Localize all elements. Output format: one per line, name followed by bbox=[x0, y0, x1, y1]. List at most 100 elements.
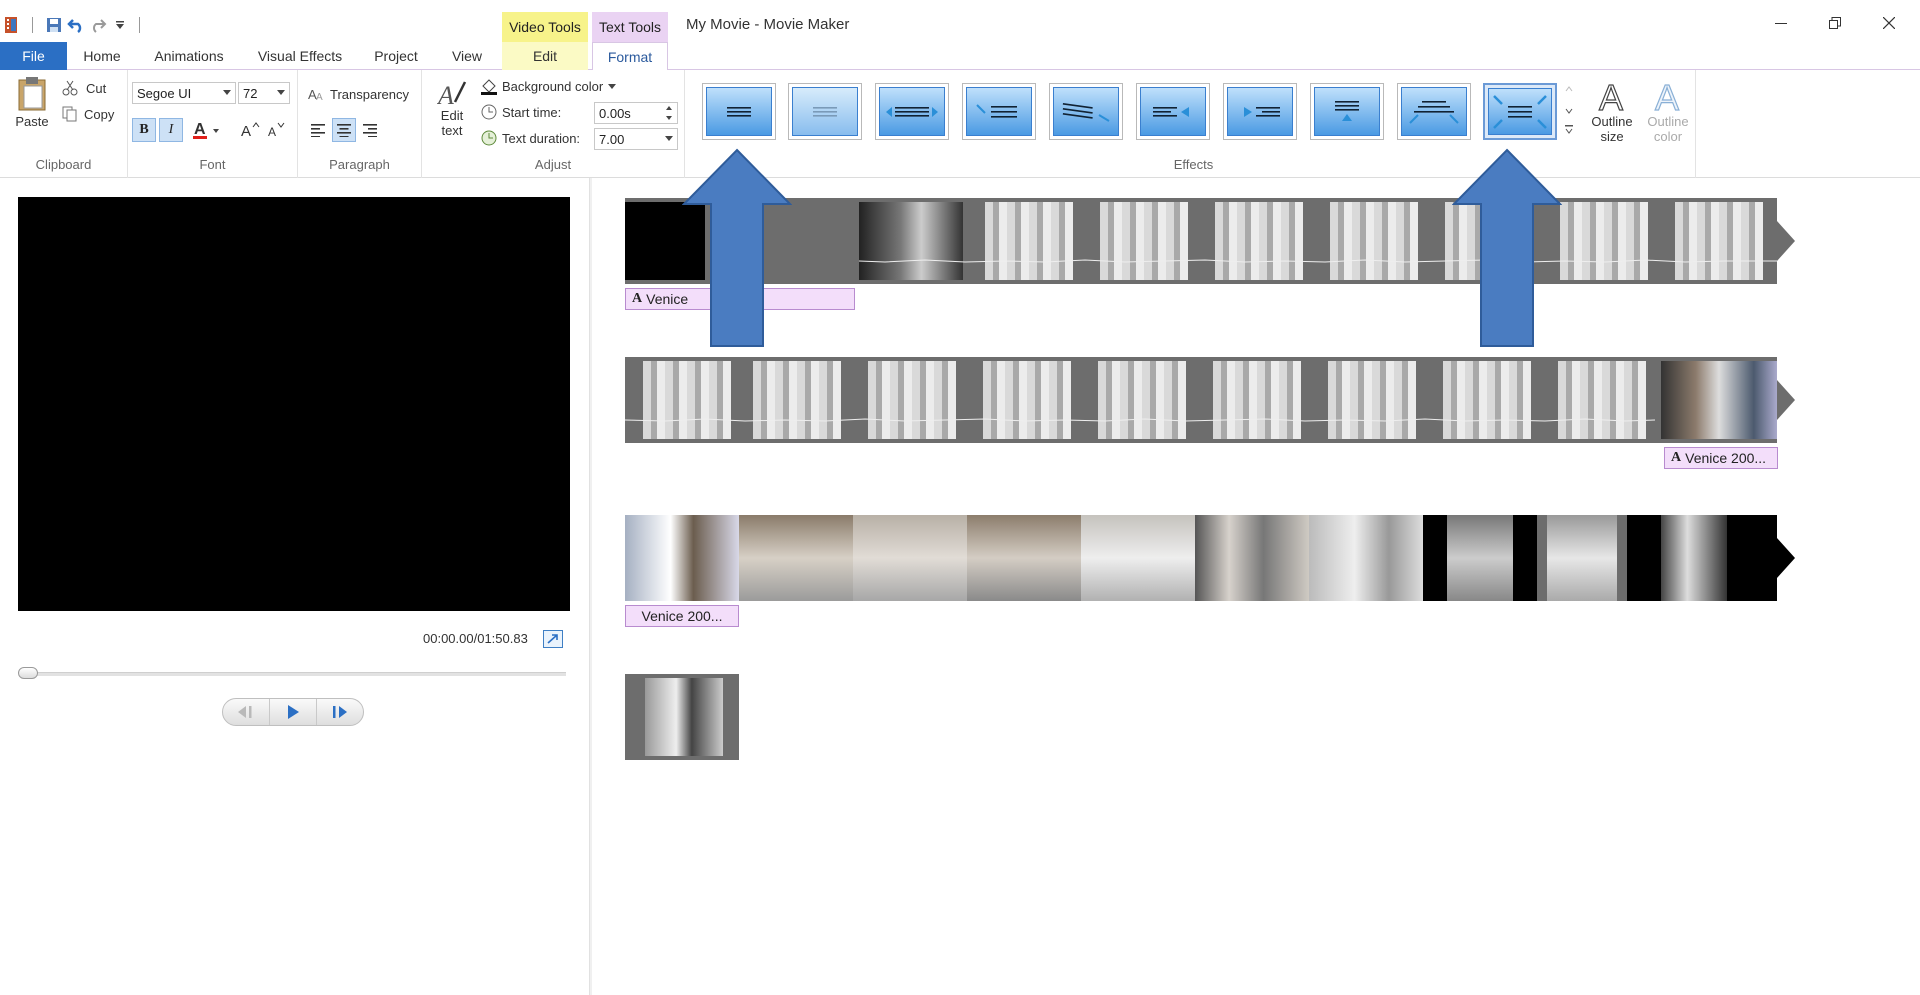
save-icon[interactable] bbox=[43, 14, 65, 36]
cut-button[interactable]: Cut bbox=[62, 78, 106, 98]
tab-home[interactable]: Home bbox=[78, 42, 126, 70]
text-caption-icon: A bbox=[632, 291, 643, 306]
copy-button[interactable]: Copy bbox=[62, 104, 114, 124]
photo-clip[interactable] bbox=[1309, 515, 1423, 601]
video-frame[interactable] bbox=[1100, 202, 1188, 280]
undo-icon[interactable] bbox=[65, 14, 87, 36]
align-center-button[interactable] bbox=[332, 118, 356, 142]
video-clip[interactable] bbox=[859, 202, 963, 280]
video-frame[interactable] bbox=[1328, 361, 1416, 439]
outline-size-button[interactable]: A Outline size bbox=[1584, 76, 1640, 156]
effect-slide-right[interactable] bbox=[1223, 83, 1297, 140]
video-clip[interactable] bbox=[1661, 361, 1777, 439]
font-family-combo[interactable]: Segoe UI bbox=[132, 82, 236, 104]
photo-clip[interactable] bbox=[1537, 515, 1627, 601]
tab-visual-effects[interactable]: Visual Effects bbox=[254, 42, 346, 70]
tab-format[interactable]: Format bbox=[592, 42, 668, 71]
shrink-font-button[interactable]: A bbox=[264, 118, 288, 142]
photo-clip[interactable] bbox=[739, 515, 853, 601]
grow-font-button[interactable]: A bbox=[238, 118, 262, 142]
tab-animations[interactable]: Animations bbox=[148, 42, 230, 70]
spinner-icon[interactable] bbox=[665, 104, 673, 122]
background-color-button[interactable]: Background color bbox=[480, 76, 617, 96]
seek-thumb[interactable] bbox=[18, 667, 38, 679]
svg-text:A: A bbox=[1655, 77, 1679, 114]
font-group-label: Font bbox=[199, 157, 226, 172]
video-clip[interactable] bbox=[625, 515, 739, 601]
video-frame[interactable] bbox=[983, 361, 1071, 439]
video-frame[interactable] bbox=[1675, 202, 1763, 280]
effects-gallery-scroll[interactable] bbox=[1562, 83, 1576, 140]
start-time-label: Start time: bbox=[502, 104, 562, 120]
video-frame[interactable] bbox=[1558, 361, 1646, 439]
app-icon[interactable] bbox=[0, 14, 22, 36]
edit-text-button[interactable]: A Edit text bbox=[432, 78, 472, 148]
transparency-button[interactable]: AA Transparency bbox=[308, 84, 409, 104]
gallery-scroll-icon bbox=[1565, 86, 1573, 134]
video-frame[interactable] bbox=[868, 361, 956, 439]
close-button[interactable] bbox=[1866, 6, 1912, 40]
tab-file[interactable]: File bbox=[0, 42, 67, 70]
font-color-button[interactable]: A bbox=[190, 118, 224, 142]
paste-icon bbox=[18, 77, 46, 111]
redo-icon[interactable] bbox=[87, 14, 109, 36]
text-duration-value: 7.00 bbox=[599, 131, 625, 147]
seek-bar[interactable] bbox=[24, 672, 566, 676]
outline-color-label: Outline color bbox=[1647, 114, 1689, 144]
minimize-button[interactable] bbox=[1758, 6, 1804, 40]
start-time-value: 0.00s bbox=[599, 105, 631, 121]
photo-clip[interactable] bbox=[1661, 515, 1727, 601]
video-frame[interactable] bbox=[985, 202, 1073, 280]
effect-stretch[interactable] bbox=[875, 83, 949, 140]
play-button[interactable] bbox=[270, 699, 317, 725]
svg-text:A: A bbox=[316, 92, 323, 102]
text-duration-combo[interactable]: 7.00 bbox=[594, 128, 678, 150]
restore-button[interactable] bbox=[1812, 6, 1858, 40]
italic-button[interactable]: I bbox=[159, 118, 183, 142]
photo-clip[interactable] bbox=[853, 515, 967, 601]
next-frame-button[interactable] bbox=[317, 699, 363, 725]
outline-size-label: Outline size bbox=[1591, 114, 1633, 144]
video-frame[interactable] bbox=[1215, 202, 1303, 280]
video-frame[interactable] bbox=[1560, 202, 1648, 280]
bold-button[interactable]: B bbox=[132, 118, 156, 142]
shrink-font-icon: A bbox=[268, 122, 285, 139]
effect-fade[interactable] bbox=[788, 83, 862, 140]
effect-zoom-out-selected[interactable] bbox=[1483, 83, 1557, 140]
movie-maker-window: Video Tools Text Tools My Movie - Movie … bbox=[0, 0, 1920, 995]
effect-zoom-in[interactable] bbox=[1397, 83, 1471, 140]
effect-fly-in-left[interactable] bbox=[962, 83, 1036, 140]
customize-qat-icon[interactable] bbox=[109, 14, 131, 36]
caption-clip[interactable]: A Venice 200... bbox=[1664, 447, 1778, 469]
previous-frame-button[interactable] bbox=[223, 699, 270, 725]
align-right-button[interactable] bbox=[358, 118, 382, 142]
video-frame[interactable] bbox=[1098, 361, 1186, 439]
effect-none[interactable] bbox=[702, 83, 776, 140]
video-frame[interactable] bbox=[1443, 361, 1531, 439]
photo-clip[interactable] bbox=[1081, 515, 1195, 601]
video-preview[interactable] bbox=[18, 197, 570, 611]
video-frame[interactable] bbox=[753, 361, 841, 439]
caption-clip[interactable]: Venice 200... bbox=[625, 605, 739, 627]
photo-clip[interactable] bbox=[1447, 515, 1513, 601]
tab-edit[interactable]: Edit bbox=[502, 42, 588, 70]
paragraph-group: AA Transparency Paragraph bbox=[298, 70, 422, 178]
outline-color-button[interactable]: A Outline color bbox=[1640, 76, 1696, 156]
align-left-button[interactable] bbox=[306, 118, 330, 142]
tab-project[interactable]: Project bbox=[370, 42, 422, 70]
tab-view[interactable]: View bbox=[446, 42, 488, 70]
photo-clip[interactable] bbox=[967, 515, 1081, 601]
effect-fly-out-right[interactable] bbox=[1049, 83, 1123, 140]
fullscreen-button[interactable] bbox=[543, 630, 563, 648]
video-frame[interactable] bbox=[643, 361, 731, 439]
effect-slide-up[interactable] bbox=[1310, 83, 1384, 140]
paste-button[interactable]: Paste bbox=[10, 76, 54, 140]
scissors-icon bbox=[62, 80, 78, 96]
video-frame[interactable] bbox=[1213, 361, 1301, 439]
photo-clip[interactable] bbox=[1195, 515, 1309, 601]
photo-clip[interactable] bbox=[645, 678, 723, 756]
effect-slide-left[interactable] bbox=[1136, 83, 1210, 140]
start-time-input[interactable]: 0.00s bbox=[594, 102, 678, 124]
video-frame[interactable] bbox=[1330, 202, 1418, 280]
font-size-combo[interactable]: 72 bbox=[238, 82, 290, 104]
